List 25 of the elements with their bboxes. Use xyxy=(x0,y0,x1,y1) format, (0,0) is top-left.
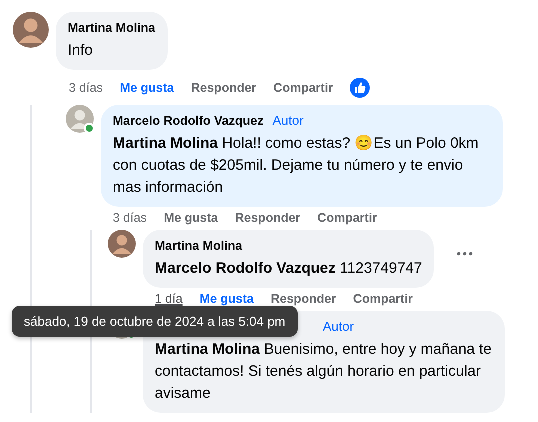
comment-text: Martina Molina Hola!! como estas? 😊Es un Polo 0km con cuotas de $205mil. Dejame tu número y te envio mas información xyxy=(113,134,480,198)
reply-link[interactable]: Responder xyxy=(271,292,336,306)
timestamp-link[interactable]: 3 días xyxy=(113,211,148,225)
like-link[interactable]: Me gusta xyxy=(120,81,174,95)
reply-link[interactable]: Responder xyxy=(191,81,257,95)
avatar[interactable] xyxy=(108,230,136,258)
author-name[interactable]: Martina Molina xyxy=(155,238,243,252)
like-link[interactable]: Me gusta xyxy=(164,211,218,225)
timestamp-link[interactable]: 3 días xyxy=(69,81,104,95)
share-link[interactable]: Compartir xyxy=(353,292,414,306)
timestamp-link[interactable]: 1 día xyxy=(155,292,183,306)
comment-text: Martina Molina Buenisimo, entre hoy y mañana te contactamos! Si tenés algún horario en particular avisame xyxy=(155,340,493,404)
author-name[interactable]: Martina Molina xyxy=(68,20,156,34)
share-link[interactable]: Compartir xyxy=(274,81,334,95)
date-tooltip: sábado, 19 de octubre de 2024 a las 5:04 pm xyxy=(12,306,298,337)
comment-text: Marcelo Rodolfo Vazquez 1123749747 xyxy=(155,259,422,279)
avatar[interactable] xyxy=(13,12,49,48)
author-name[interactable]: Marcelo Rodolfo Vazquez xyxy=(113,114,264,128)
author-label: Autor xyxy=(323,319,354,334)
more-icon xyxy=(457,252,474,256)
share-link[interactable]: Compartir xyxy=(318,211,378,225)
like-link[interactable]: Me gusta xyxy=(200,292,254,306)
reply-link[interactable]: Responder xyxy=(235,211,301,225)
author-label: Autor xyxy=(272,113,304,128)
comment-text: Info xyxy=(68,41,94,61)
